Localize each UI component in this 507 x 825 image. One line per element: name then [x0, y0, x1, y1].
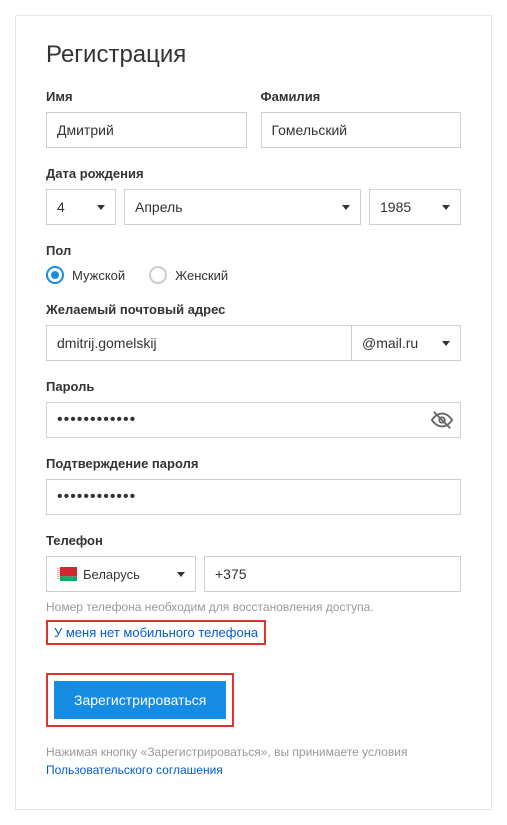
confirm-password-input[interactable]: ••••••••••••	[46, 479, 461, 515]
birth-month-value: Апрель	[135, 199, 183, 215]
email-domain-select[interactable]: @mail.ru	[351, 325, 461, 361]
confirm-password-group: Подтверждение пароля ••••••••••••	[46, 456, 461, 515]
birth-year-select[interactable]: 1985	[369, 189, 461, 225]
password-group: Пароль ••••••••••••	[46, 379, 461, 438]
first-name-input[interactable]	[46, 112, 247, 148]
password-wrap: ••••••••••••	[46, 402, 461, 438]
confirm-password-label: Подтверждение пароля	[46, 456, 461, 471]
phone-row: Беларусь	[46, 556, 461, 592]
no-phone-highlight: У меня нет мобильного телефона	[46, 620, 266, 645]
register-button[interactable]: Зарегистрироваться	[54, 681, 226, 719]
password-label: Пароль	[46, 379, 461, 394]
submit-row: Зарегистрироваться	[46, 673, 461, 727]
birth-label: Дата рождения	[46, 166, 461, 181]
email-row: @mail.ru	[46, 325, 461, 361]
phone-group: Телефон	[46, 533, 461, 645]
first-name-field: Имя	[46, 89, 247, 148]
password-input[interactable]: ••••••••••••	[46, 402, 461, 438]
name-row: Имя Фамилия	[46, 89, 461, 148]
radio-icon	[149, 266, 167, 284]
phone-label: Телефон	[46, 533, 461, 548]
submit-highlight: Зарегистрироваться	[46, 673, 234, 727]
phone-country-select[interactable]: Беларусь	[46, 556, 196, 592]
birth-day-value: 4	[57, 199, 65, 215]
eye-off-icon[interactable]	[431, 409, 453, 431]
footnote-text: Нажимая кнопку «Зарегистрироваться», вы …	[46, 745, 407, 759]
agreement-link[interactable]: Пользовательского соглашения	[46, 763, 223, 777]
no-phone-link[interactable]: У меня нет мобильного телефона	[54, 625, 258, 640]
phone-country-value: Беларусь	[83, 567, 171, 582]
page-title: Регистрация	[46, 41, 461, 69]
gender-label: Пол	[46, 243, 461, 258]
chevron-down-icon	[177, 572, 185, 577]
registration-panel: Регистрация Имя Фамилия Дата рождения 4 …	[15, 15, 492, 810]
first-name-label: Имя	[46, 89, 247, 104]
last-name-input[interactable]	[261, 112, 462, 148]
footnote: Нажимая кнопку «Зарегистрироваться», вы …	[46, 743, 461, 779]
chevron-down-icon	[442, 205, 450, 210]
phone-hint: Номер телефона необходим для восстановле…	[46, 600, 461, 614]
gender-female-label: Женский	[175, 268, 228, 283]
radio-icon	[46, 266, 64, 284]
email-group: Желаемый почтовый адрес @mail.ru	[46, 302, 461, 361]
phone-number-input[interactable]	[204, 556, 461, 592]
gender-female-radio[interactable]: Женский	[149, 266, 228, 284]
chevron-down-icon	[342, 205, 350, 210]
birth-group: Дата рождения 4 Апрель 1985	[46, 166, 461, 225]
email-label: Желаемый почтовый адрес	[46, 302, 461, 317]
gender-group: Пол Мужской Женский	[46, 243, 461, 284]
last-name-label: Фамилия	[261, 89, 462, 104]
chevron-down-icon	[97, 205, 105, 210]
birth-year-value: 1985	[380, 199, 411, 215]
no-phone-wrap: У меня нет мобильного телефона	[46, 620, 461, 645]
gender-male-label: Мужской	[72, 268, 125, 283]
last-name-field: Фамилия	[261, 89, 462, 148]
gender-radios: Мужской Женский	[46, 266, 461, 284]
flag-belarus-icon	[57, 567, 77, 581]
birth-day-select[interactable]: 4	[46, 189, 116, 225]
email-local-input[interactable]	[46, 325, 351, 361]
birth-date-row: 4 Апрель 1985	[46, 189, 461, 225]
birth-month-select[interactable]: Апрель	[124, 189, 361, 225]
gender-male-radio[interactable]: Мужской	[46, 266, 125, 284]
chevron-down-icon	[442, 341, 450, 346]
email-domain-value: @mail.ru	[362, 335, 418, 351]
